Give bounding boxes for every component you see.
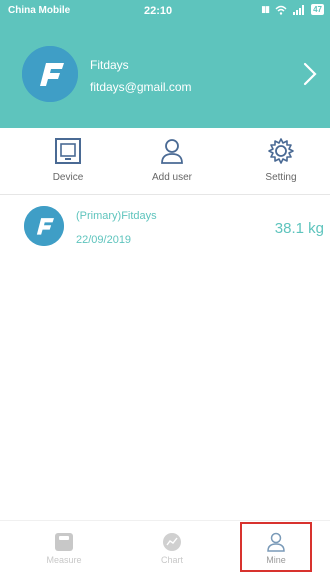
carrier-label: China Mobile — [8, 5, 71, 16]
chart-icon — [163, 533, 181, 551]
member-date: 22/09/2019 — [76, 234, 132, 246]
tab-chart[interactable]: Chart — [142, 531, 202, 565]
clock: 22:10 — [144, 5, 173, 17]
add-user-button[interactable]: Add user — [127, 136, 217, 183]
gear-icon — [268, 138, 294, 164]
cellular-icon — [293, 4, 305, 15]
battery-icon: 47 — [311, 4, 324, 15]
add-user-icon — [161, 139, 183, 164]
chevron-right-icon[interactable] — [302, 60, 318, 88]
fitdays-logo-icon — [24, 206, 64, 246]
status-bar: China Mobile 22:10 ▮▮ 47 — [0, 0, 330, 22]
member-weight: 38.1 kg — [274, 220, 324, 237]
device-icon — [55, 138, 81, 164]
profile-avatar — [22, 46, 78, 102]
member-row[interactable]: (Primary)Fitdays 22/09/2019 38.1 kg — [0, 198, 330, 258]
profile-header[interactable]: Fitdays fitdays@gmail.com — [0, 22, 330, 128]
member-avatar — [24, 206, 64, 246]
mine-tab-highlight — [240, 522, 312, 572]
setting-label: Setting — [265, 172, 297, 183]
profile-name: Fitdays — [90, 58, 129, 72]
device-label: Device — [52, 172, 84, 183]
tab-chart-label: Chart — [160, 555, 183, 565]
quick-actions: Device Add user Setting — [0, 128, 330, 195]
tab-measure[interactable]: Measure — [34, 531, 94, 565]
signal-icon: ▮▮ — [261, 4, 270, 14]
add-user-label: Add user — [151, 172, 193, 183]
status-icons: ▮▮ 47 — [261, 4, 324, 15]
profile-email: fitdays@gmail.com — [90, 80, 192, 94]
setting-button[interactable]: Setting — [236, 136, 326, 183]
member-name: (Primary)Fitdays — [76, 210, 157, 222]
fitdays-logo-icon — [22, 46, 78, 102]
tab-measure-label: Measure — [46, 555, 82, 565]
scale-icon — [55, 533, 73, 551]
device-button[interactable]: Device — [23, 136, 113, 183]
wifi-icon — [275, 5, 287, 15]
